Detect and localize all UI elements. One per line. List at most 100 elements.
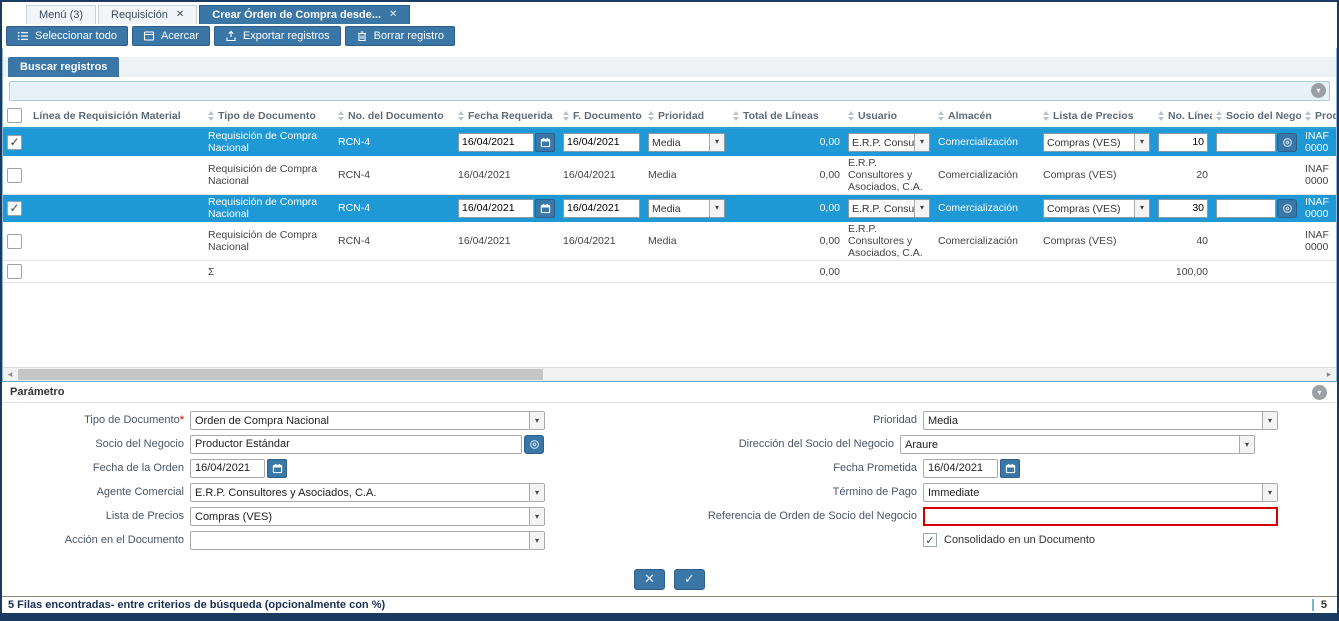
row-checkbox[interactable]	[7, 234, 22, 249]
record-lookup-icon[interactable]	[524, 435, 544, 454]
agente-comercial-select[interactable]: E.R.P. Consultores y Asociados, C.A.▾	[190, 483, 545, 502]
row-checkbox[interactable]	[7, 168, 22, 183]
lista-precios-select[interactable]: Compras (VES)▾	[190, 507, 545, 526]
fecha-prometida-input[interactable]	[923, 459, 998, 478]
column-header[interactable]: Socio del Negocio	[1212, 104, 1301, 128]
row-checkbox[interactable]: ✓	[7, 135, 22, 150]
usuario-select[interactable]: E.R.P. Consulto▾	[848, 199, 930, 218]
app-window: Menú (3) Requisición ✕ Crear Órden de Co…	[0, 0, 1339, 621]
column-header[interactable]: Producto	[1301, 104, 1336, 128]
scroll-left-icon[interactable]: ◂	[3, 368, 17, 381]
cancel-button[interactable]: ✕	[634, 569, 665, 590]
lista-precios-select[interactable]: Compras (VES)▾	[1043, 199, 1150, 218]
cell-total-lineas: 0,00	[820, 202, 840, 214]
tab-requisicion[interactable]: Requisición ✕	[98, 5, 197, 24]
select-all-checkbox[interactable]	[7, 108, 22, 123]
calendar-icon[interactable]	[267, 459, 287, 478]
no-linea-input[interactable]	[1158, 199, 1208, 218]
prioridad-select[interactable]: Media▾	[648, 133, 725, 152]
row-checkbox[interactable]: ✓	[7, 201, 22, 216]
column-header[interactable]: Fecha Requerida	[454, 104, 559, 128]
tab-crear-orden-compra[interactable]: Crear Órden de Compra desde... ✕	[199, 5, 410, 24]
field-label: Referencia de Orden de Socio del Negocio	[545, 510, 923, 522]
sort-icon[interactable]	[563, 111, 569, 121]
close-icon[interactable]: ✕	[389, 10, 397, 20]
scrollbar-thumb[interactable]	[18, 369, 543, 380]
sort-icon[interactable]	[1305, 111, 1311, 121]
sort-icon[interactable]	[1158, 111, 1164, 121]
tab-menu[interactable]: Menú (3)	[26, 5, 96, 24]
consolidado-checkbox[interactable]: ✓	[923, 533, 937, 547]
chevron-down-icon: ▾	[914, 200, 929, 217]
tipo-documento-select[interactable]: Orden de Compra Nacional▾	[190, 411, 545, 430]
panel-collapse-button[interactable]: ▾	[1312, 385, 1327, 400]
sort-icon[interactable]	[648, 111, 654, 121]
fecha-requerida-input[interactable]	[458, 199, 534, 218]
window-icon	[143, 30, 155, 42]
field-label: Socio del Negocio	[2, 438, 190, 450]
direccion-socio-select[interactable]: Araure▾	[900, 435, 1255, 454]
search-input[interactable]	[9, 81, 1330, 101]
cell-no-documento: RCN-4	[338, 136, 370, 148]
confirm-button[interactable]: ✓	[674, 569, 705, 590]
list-icon	[17, 30, 29, 42]
horizontal-scrollbar[interactable]: ◂ ▸	[3, 367, 1336, 381]
column-header[interactable]: Tipo de Documento	[204, 104, 334, 128]
column-header[interactable]: Usuario	[844, 104, 934, 128]
lista-precios-select[interactable]: Compras (VES)▾	[1043, 133, 1150, 152]
column-header[interactable]: Prioridad	[644, 104, 729, 128]
cell-no-linea: 20	[1196, 169, 1208, 181]
fecha-requerida-input[interactable]	[458, 133, 534, 152]
sort-icon[interactable]	[1043, 111, 1049, 121]
sort-icon[interactable]	[733, 111, 739, 121]
zoom-button[interactable]: Acercar	[132, 26, 210, 46]
fecha-orden-input[interactable]	[190, 459, 265, 478]
no-linea-input[interactable]	[1158, 133, 1208, 152]
usuario-select[interactable]: E.R.P. Consulto▾	[848, 133, 930, 152]
prioridad-select[interactable]: Media▾	[648, 199, 725, 218]
grid-empty-area	[3, 283, 1336, 367]
calendar-icon[interactable]	[535, 199, 555, 218]
record-lookup-icon[interactable]	[1277, 133, 1297, 152]
chevron-down-icon: ▾	[529, 508, 544, 525]
sort-icon[interactable]	[1216, 111, 1222, 121]
referencia-orden-input[interactable]	[923, 507, 1278, 526]
sort-icon[interactable]	[458, 111, 464, 121]
column-header[interactable]: F. Documento	[559, 104, 644, 128]
table-row[interactable]: Requisición de Compra Nacional RCN-4 16/…	[3, 222, 1336, 261]
socio-negocio-input[interactable]	[1216, 199, 1276, 218]
export-records-button[interactable]: Exportar registros	[214, 26, 341, 46]
f-documento-input[interactable]	[563, 199, 640, 218]
accion-documento-select[interactable]: ▾	[190, 531, 545, 550]
button-label: Seleccionar todo	[35, 30, 117, 42]
table-row[interactable]: ✓ Requisición de Compra Nacional RCN-4 M…	[3, 195, 1336, 222]
table-row[interactable]: Requisición de Compra Nacional RCN-4 16/…	[3, 156, 1336, 195]
row-checkbox[interactable]	[7, 264, 22, 279]
select-all-button[interactable]: Seleccionar todo	[6, 26, 128, 46]
search-collapse-button[interactable]: ▾	[1311, 83, 1326, 98]
column-header[interactable]: No. del Documento	[334, 104, 454, 128]
sort-icon[interactable]	[938, 111, 944, 121]
sort-icon[interactable]	[848, 111, 854, 121]
f-documento-input[interactable]	[563, 133, 640, 152]
column-header[interactable]: Total de Líneas	[729, 104, 844, 128]
record-lookup-icon[interactable]	[1277, 199, 1297, 218]
socio-negocio-input[interactable]	[190, 435, 522, 454]
sort-icon[interactable]	[208, 111, 214, 121]
table-row[interactable]: ✓ Requisición de Compra Nacional RCN-4 M…	[3, 128, 1336, 156]
sort-icon[interactable]	[338, 111, 344, 121]
prioridad-select[interactable]: Media▾	[923, 411, 1278, 430]
column-header[interactable]: Lista de Precios	[1039, 104, 1154, 128]
termino-pago-select[interactable]: Immediate▾	[923, 483, 1278, 502]
delete-record-button[interactable]: Borrar registro	[345, 26, 455, 46]
scroll-right-icon[interactable]: ▸	[1322, 368, 1336, 381]
close-icon[interactable]: ✕	[176, 10, 184, 20]
calendar-icon[interactable]	[535, 133, 555, 152]
socio-negocio-input[interactable]	[1216, 133, 1276, 152]
column-header[interactable]: Almacén	[934, 104, 1039, 128]
cell-prioridad: Media	[648, 169, 677, 181]
calendar-icon[interactable]	[1000, 459, 1020, 478]
tab-buscar-registros[interactable]: Buscar registros	[8, 57, 119, 77]
column-header[interactable]: Línea de Requisición Material	[29, 104, 204, 128]
column-header[interactable]: No. Línea	[1154, 104, 1212, 128]
